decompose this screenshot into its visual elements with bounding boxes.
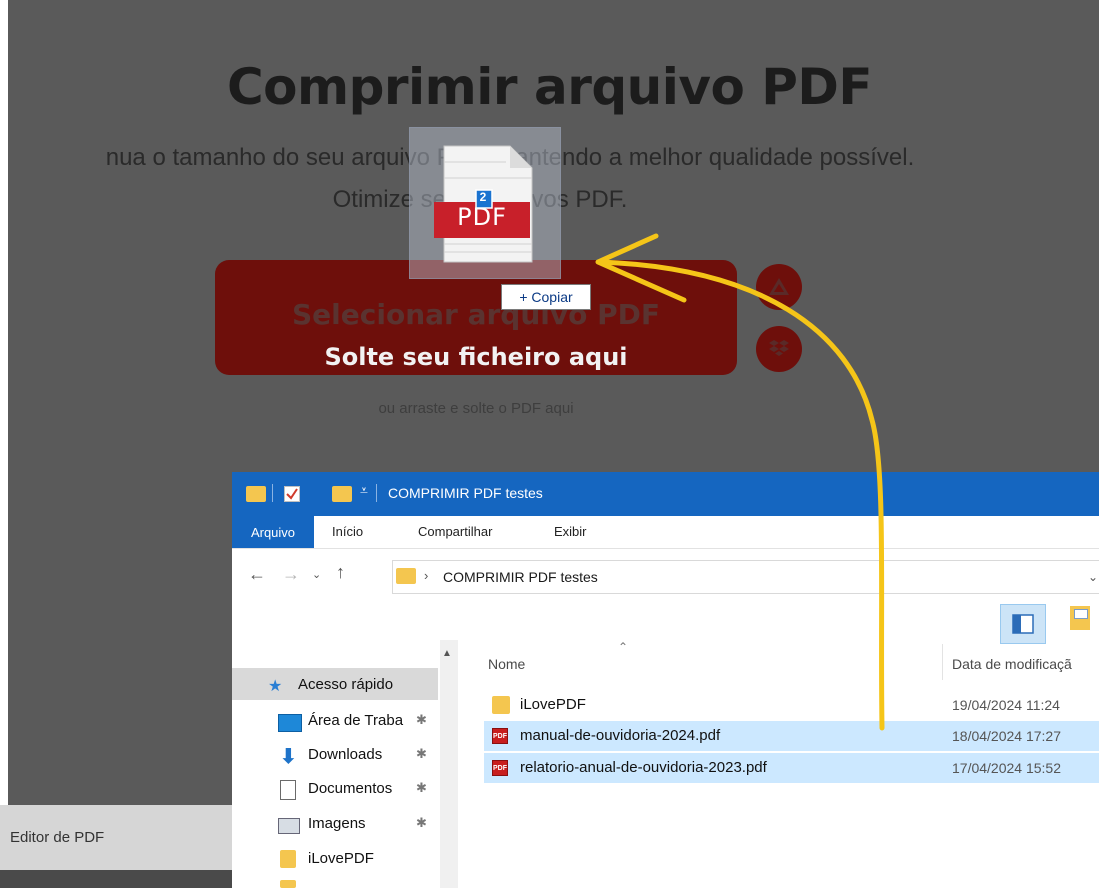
- pin-icon: ✱: [416, 815, 427, 830]
- folder-icon: [492, 696, 510, 714]
- image-icon: [278, 818, 300, 834]
- tab-arquivo[interactable]: Arquivo: [232, 516, 314, 548]
- sidebar-item-area-de-trabalho[interactable]: Área de Traba: [308, 712, 403, 729]
- desktop-background: [0, 870, 232, 888]
- document-icon: [280, 780, 296, 800]
- titlebar-divider: [376, 484, 377, 502]
- file-name[interactable]: iLovePDF: [520, 696, 586, 713]
- address-dropdown-icon[interactable]: ⌄: [1088, 570, 1098, 584]
- drop-zone-label: Solte seu ficheiro aqui: [324, 343, 628, 371]
- recent-locations-chevron-icon[interactable]: ⌄: [312, 568, 321, 581]
- pdf-file-icon: PDF: [492, 728, 508, 744]
- drag-count-badge: 2: [479, 190, 487, 204]
- folder-icon: [280, 880, 296, 888]
- forward-arrow-icon[interactable]: →: [282, 564, 300, 585]
- file-date: 18/04/2024 17:27: [952, 728, 1061, 744]
- column-separator[interactable]: [942, 644, 943, 680]
- explorer-title: COMPRIMIR PDF testes: [388, 485, 543, 501]
- address-path[interactable]: COMPRIMIR PDF testes: [443, 569, 598, 585]
- scroll-up-icon[interactable]: ▲: [442, 648, 452, 659]
- sidebar-item-documentos[interactable]: Documentos: [308, 780, 392, 797]
- pin-icon: ✱: [416, 712, 427, 727]
- new-folder-icon[interactable]: [332, 486, 352, 502]
- folder-icon: [280, 850, 296, 868]
- address-folder-icon: [396, 568, 416, 584]
- file-explorer-window: ⩡ COMPRIMIR PDF testes Arquivo Início Co…: [232, 472, 1099, 888]
- preview-pane-button[interactable]: [1000, 604, 1046, 644]
- pdf-icon-label: PDF: [457, 203, 507, 231]
- file-date: 19/04/2024 11:24: [952, 697, 1060, 713]
- tab-exibir[interactable]: Exibir: [554, 524, 587, 539]
- tab-compartilhar[interactable]: Compartilhar: [418, 524, 492, 539]
- sidebar-item-imagens[interactable]: Imagens: [308, 815, 366, 832]
- tab-inicio[interactable]: Início: [332, 524, 363, 539]
- folder-icon: [246, 486, 266, 502]
- column-header-name[interactable]: Nome: [488, 656, 525, 672]
- sidebar-item-ilovepdf[interactable]: iLovePDF: [308, 850, 374, 867]
- properties-icon[interactable]: [284, 486, 300, 502]
- editor-tab-label[interactable]: Editor de PDF: [10, 829, 104, 846]
- google-drive-button[interactable]: [756, 264, 802, 310]
- select-pdf-button-label: Selecionar arquivo PDF: [292, 298, 660, 331]
- file-name[interactable]: manual-de-ouvidoria-2024.pdf: [520, 727, 720, 744]
- pin-icon: ✱: [416, 780, 427, 795]
- quick-access-dropdown-icon[interactable]: ⩡: [360, 482, 368, 499]
- sidebar-item-acesso-rapido[interactable]: Acesso rápido: [298, 676, 393, 693]
- google-drive-icon: [769, 278, 789, 295]
- back-arrow-icon[interactable]: ←: [248, 564, 266, 585]
- titlebar-divider: [272, 484, 273, 502]
- up-arrow-icon[interactable]: ↑: [336, 562, 345, 583]
- drag-hint-text: ou arraste e solte o PDF aqui: [378, 400, 574, 417]
- star-icon: ★: [268, 678, 283, 695]
- file-date: 17/04/2024 15:52: [952, 760, 1061, 776]
- nav-scrollbar[interactable]: [440, 640, 458, 888]
- pdf-file-icon: PDF: [492, 760, 508, 776]
- page-left-edge: [0, 0, 8, 888]
- sort-ascending-icon: ⌃: [618, 640, 629, 654]
- page-title: Comprimir arquivo PDF: [226, 58, 873, 116]
- preview-pane-icon: [1012, 614, 1034, 634]
- breadcrumb-chevron-icon[interactable]: ›: [424, 568, 428, 583]
- details-pane-icon[interactable]: [1070, 606, 1090, 630]
- sidebar-item-downloads[interactable]: Downloads: [308, 746, 382, 763]
- download-icon: ⬇: [280, 746, 297, 768]
- desktop-icon: [278, 714, 302, 732]
- file-name[interactable]: relatorio-anual-de-ouvidoria-2023.pdf: [520, 759, 767, 776]
- pin-icon: ✱: [416, 746, 427, 761]
- copy-tooltip: + Copiar: [501, 284, 591, 310]
- dropbox-icon: [769, 340, 789, 356]
- column-header-date[interactable]: Data de modificaçã: [952, 656, 1072, 672]
- dropbox-button[interactable]: [756, 326, 802, 372]
